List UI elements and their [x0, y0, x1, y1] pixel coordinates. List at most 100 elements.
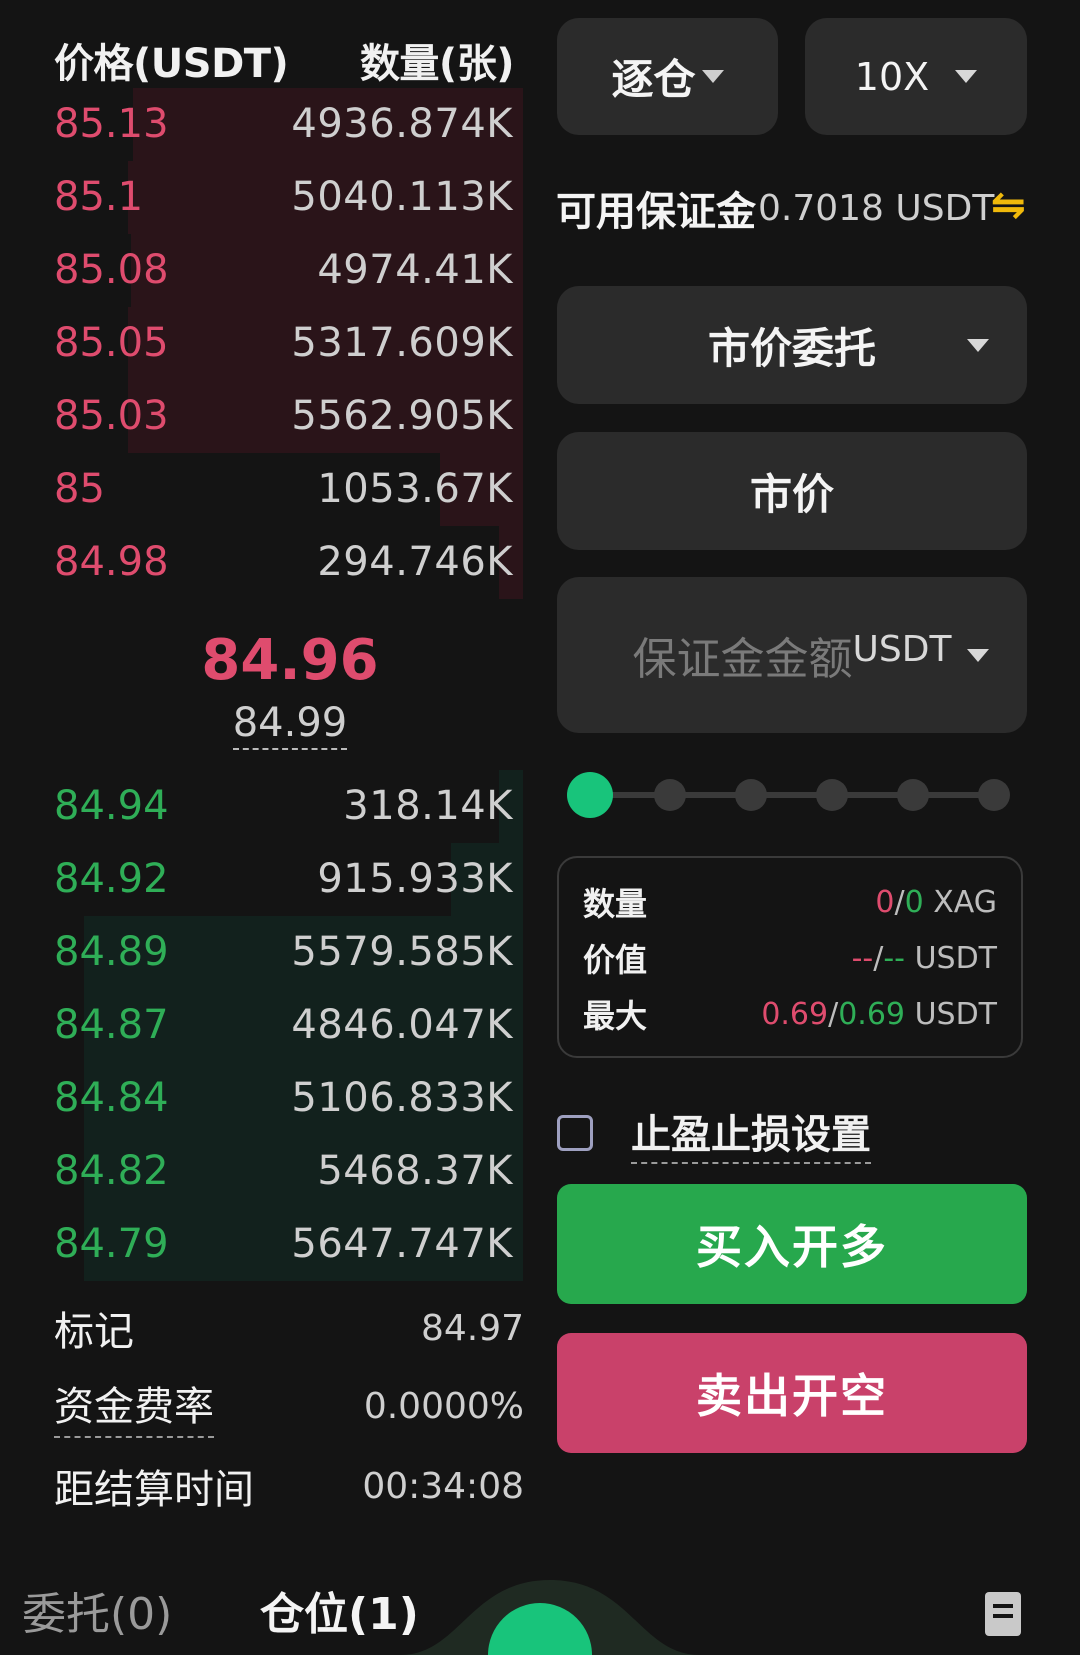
ask-price: 85.13: [54, 101, 169, 147]
chevron-down-icon: [967, 649, 989, 662]
bid-row[interactable]: 84.79 5647.747K: [0, 1208, 523, 1281]
mark-price-label: 标记: [54, 1309, 134, 1355]
bid-row[interactable]: 84.84 5106.833K: [0, 1062, 523, 1135]
price-field-value: 市价: [749, 469, 834, 519]
bid-row[interactable]: 84.89 5579.585K: [0, 916, 523, 989]
bid-row[interactable]: 84.87 4846.047K: [0, 989, 523, 1062]
summary-quantity-long: 0: [875, 884, 895, 920]
summary-max-row: 最大 0.69/0.69 USDT: [583, 986, 997, 1042]
mark-price-info-value: 84.97: [420, 1307, 524, 1349]
bid-price: 84.84: [54, 1075, 169, 1121]
buy-long-button[interactable]: 买入开多: [557, 1184, 1027, 1304]
bid-price: 84.92: [54, 856, 169, 902]
available-margin-label: 可用保证金: [556, 189, 756, 235]
leverage-dropdown[interactable]: 10X: [805, 18, 1027, 135]
slider-step-100[interactable]: [978, 779, 1010, 811]
summary-quantity-label: 数量: [583, 885, 648, 923]
tp-sl-toggle[interactable]: 止盈止损设置: [557, 1102, 871, 1164]
mark-price-link[interactable]: 84.99: [0, 700, 580, 750]
settlement-countdown-value: 00:34:08: [362, 1465, 524, 1507]
ask-price: 85.05: [54, 320, 169, 366]
slider-step-20[interactable]: [654, 779, 686, 811]
bid-row[interactable]: 84.92 915.933K: [0, 843, 523, 916]
slider-step-40[interactable]: [735, 779, 767, 811]
order-book-header: 价格(USDT) 数量(张): [54, 32, 515, 88]
amount-slider[interactable]: [567, 770, 1011, 820]
margin-amount-unit[interactable]: USDT: [853, 629, 952, 670]
order-type-value: 市价委托: [707, 323, 876, 373]
margin-mode-dropdown[interactable]: 逐仓: [557, 18, 778, 135]
last-trade-price: 84.96: [201, 628, 379, 693]
available-margin-value: 0.7018 USDT: [758, 187, 995, 229]
order-type-dropdown[interactable]: 市价委托: [557, 286, 1027, 404]
ask-quantity: 5317.609K: [291, 320, 513, 366]
ask-row[interactable]: 85.08 4974.41K: [0, 234, 523, 307]
summary-value-short: --: [883, 940, 906, 976]
summary-value-label: 价值: [583, 941, 648, 979]
tab-positions[interactable]: 仓位(1): [260, 1578, 419, 1642]
bid-price: 84.82: [54, 1148, 169, 1194]
tab-orders[interactable]: 委托(0): [22, 1578, 172, 1642]
bid-price: 84.87: [54, 1002, 169, 1048]
sell-short-button[interactable]: 卖出开空: [557, 1333, 1027, 1453]
bid-quantity: 915.933K: [317, 856, 513, 902]
ask-price: 85.1: [54, 174, 144, 220]
list-icon[interactable]: [985, 1592, 1021, 1636]
funding-rate-label[interactable]: 资金费率: [54, 1374, 214, 1438]
ask-row[interactable]: 84.98 294.746K: [0, 526, 523, 599]
slider-handle[interactable]: [567, 772, 613, 818]
settlement-countdown-label: 距结算时间: [54, 1467, 254, 1513]
bid-quantity: 4846.047K: [291, 1002, 513, 1048]
bid-row[interactable]: 84.94 318.14K: [0, 770, 523, 843]
summary-max-short: 0.69: [838, 996, 906, 1032]
summary-quantity-short: 0: [904, 884, 924, 920]
margin-amount-input[interactable]: 保证金金额 USDT: [557, 577, 1027, 733]
ask-quantity: 5562.905K: [291, 393, 513, 439]
ask-quantity: 5040.113K: [291, 174, 513, 220]
chevron-down-icon: [955, 70, 978, 83]
price-column-header: 价格(USDT): [54, 41, 289, 87]
summary-value-row: 价值 --/-- USDT: [583, 930, 997, 986]
ask-price: 85.08: [54, 247, 169, 293]
slider-track: [587, 792, 991, 798]
chevron-down-icon: [701, 70, 724, 83]
ask-price: 85: [54, 466, 105, 512]
ask-quantity: 4974.41K: [317, 247, 513, 293]
bid-quantity: 5468.37K: [317, 1148, 513, 1194]
bid-row[interactable]: 84.82 5468.37K: [0, 1135, 523, 1208]
ask-row[interactable]: 85.1 5040.113K: [0, 161, 523, 234]
summary-max-unit: USDT: [914, 996, 997, 1032]
summary-quantity-row: 数量 0/0 XAG: [583, 874, 997, 930]
summary-value-long: --: [851, 940, 874, 976]
settlement-countdown-row: 距结算时间 00:34:08: [54, 1454, 524, 1518]
summary-max-long: 0.69: [761, 996, 829, 1032]
transfer-icon[interactable]: ⇋: [991, 180, 1026, 229]
tp-sl-label[interactable]: 止盈止损设置: [631, 1102, 871, 1164]
mark-price-value: 84.99: [232, 700, 348, 750]
ask-row[interactable]: 85.03 5562.905K: [0, 380, 523, 453]
ask-quantity: 294.746K: [317, 539, 513, 585]
summary-value-unit: USDT: [914, 940, 997, 976]
chevron-down-icon: [967, 339, 989, 352]
bid-quantity: 318.14K: [343, 783, 513, 829]
quantity-column-header: 数量(张): [359, 41, 515, 87]
ask-quantity: 1053.67K: [317, 466, 513, 512]
leverage-value: 10X: [854, 54, 930, 99]
price-field[interactable]: 市价: [557, 432, 1027, 550]
bid-quantity: 5106.833K: [291, 1075, 513, 1121]
bid-quantity: 5579.585K: [291, 929, 513, 975]
ask-price: 84.98: [54, 539, 169, 585]
floating-action-backdrop: [400, 1580, 700, 1655]
slider-step-60[interactable]: [816, 779, 848, 811]
bid-price: 84.94: [54, 783, 169, 829]
bid-quantity: 5647.747K: [291, 1221, 513, 1267]
bid-price: 84.79: [54, 1221, 169, 1267]
margin-mode-value: 逐仓: [611, 55, 696, 104]
ask-row[interactable]: 85 1053.67K: [0, 453, 523, 526]
mark-price-row: 标记 84.97: [54, 1296, 524, 1360]
ask-row[interactable]: 85.05 5317.609K: [0, 307, 523, 380]
funding-rate-row[interactable]: 资金费率 0.0000%: [54, 1374, 524, 1438]
tp-sl-checkbox[interactable]: [557, 1115, 593, 1151]
ask-row[interactable]: 85.13 4936.874K: [0, 88, 523, 161]
slider-step-80[interactable]: [897, 779, 929, 811]
